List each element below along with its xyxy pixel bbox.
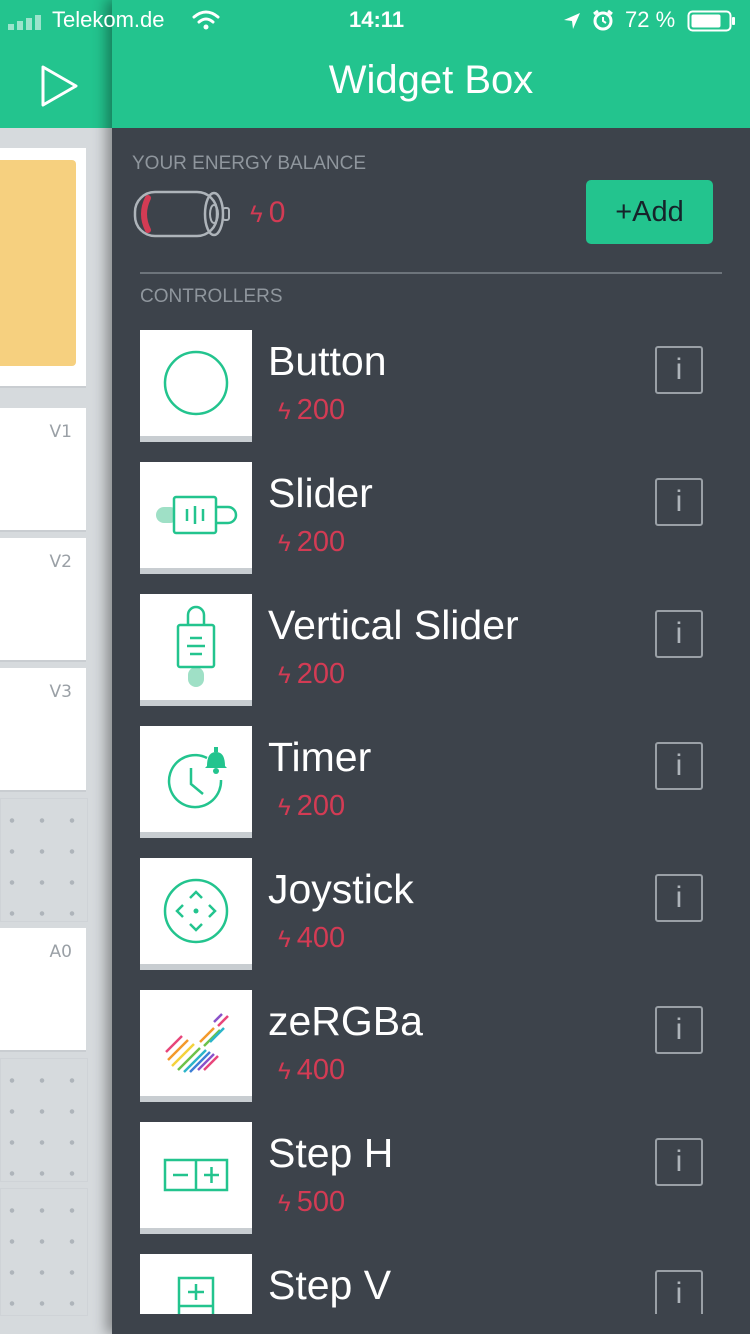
dashboard-widget-a0[interactable]: A0	[0, 928, 86, 1052]
widget-name: Slider	[268, 470, 373, 516]
widget-cost: ϟ 500	[278, 1186, 345, 1219]
widget-thumbnail	[140, 1254, 252, 1314]
clock: 14:11	[349, 7, 405, 32]
widget-name: Step H	[268, 1130, 394, 1176]
dashboard-widget-v1[interactable]: V1	[0, 408, 86, 532]
pin-label: V1	[49, 422, 72, 442]
lightning-icon: ϟ	[278, 926, 291, 953]
widget-item-timer[interactable]: Timer ϟ 200 i	[140, 726, 720, 838]
widget-box-panel: Widget Box YOUR ENERGY BALANCE ϟ0 +Add C…	[112, 0, 750, 1334]
energy-balance-value: ϟ0	[250, 196, 285, 230]
empty-grid-slot	[0, 1058, 88, 1182]
widget-name: Button	[268, 338, 387, 384]
pin-label: V2	[49, 552, 72, 572]
widget-item-zergba[interactable]: zeRGBa ϟ 400 i	[140, 990, 720, 1102]
section-label-controllers: CONTROLLERS	[140, 286, 283, 307]
location-icon	[564, 13, 580, 29]
divider	[140, 272, 722, 274]
widget-name: Vertical Slider	[268, 602, 519, 648]
widget-cost: ϟ 400	[278, 1054, 345, 1087]
cost-value: 200	[296, 658, 346, 690]
add-energy-button[interactable]: +Add	[586, 180, 713, 244]
widget-item-step-h[interactable]: Step H ϟ 500 i	[140, 1122, 720, 1234]
widget-item-step-v[interactable]: Step V i	[140, 1254, 720, 1314]
widget-thumbnail	[140, 726, 252, 838]
widget-thumbnail	[140, 1122, 252, 1234]
widget-name: zeRGBa	[268, 998, 423, 1044]
info-button[interactable]: i	[655, 742, 703, 790]
battery-icon	[687, 10, 735, 32]
lightning-icon: ϟ	[278, 1190, 291, 1217]
zergba-icon	[165, 1013, 229, 1073]
widget-item-vertical-slider[interactable]: Vertical Slider ϟ 200 i	[140, 594, 720, 706]
widget-cost: ϟ 200	[278, 526, 345, 559]
widget-thumbnail	[140, 330, 252, 442]
lightning-icon: ϟ	[278, 530, 291, 557]
info-button[interactable]: i	[655, 1006, 703, 1054]
signal-icon	[8, 15, 41, 30]
widget-display	[0, 160, 76, 366]
vertical-slider-icon	[176, 605, 216, 687]
empty-grid-slot	[0, 1188, 88, 1316]
widget-list[interactable]: Button ϟ 200 i Slider ϟ 200 i Vertical S…	[140, 330, 720, 1314]
dashboard-widget-v3[interactable]: V3	[0, 668, 86, 792]
info-button[interactable]: i	[655, 1270, 703, 1314]
lightning-icon: ϟ	[278, 662, 291, 689]
cost-value: 200	[296, 526, 346, 558]
wifi-icon	[192, 10, 220, 30]
widget-item-button[interactable]: Button ϟ 200 i	[140, 330, 720, 442]
timer-icon	[167, 747, 227, 809]
widget-name: Step V	[268, 1262, 392, 1308]
app-root: V1 V2 V3 A0 Widget Box YOUR ENERGY BALAN…	[0, 0, 750, 1334]
widget-item-joystick[interactable]: Joystick ϟ 400 i	[140, 858, 720, 970]
energy-balance-label: YOUR ENERGY BALANCE	[132, 153, 367, 174]
widget-thumbnail	[140, 990, 252, 1102]
button-icon	[163, 350, 229, 416]
pin-label: A0	[49, 942, 72, 962]
info-button[interactable]: i	[655, 610, 703, 658]
info-button[interactable]: i	[655, 478, 703, 526]
widget-cost: ϟ 400	[278, 922, 345, 955]
cost-value: 200	[296, 394, 346, 426]
battery-energy-icon	[133, 190, 230, 238]
slider-icon	[156, 495, 238, 535]
lightning-icon: ϟ	[278, 398, 291, 425]
info-button[interactable]: i	[655, 346, 703, 394]
widget-thumbnail	[140, 858, 252, 970]
status-bar: Telekom.de 14:11 72 %	[0, 0, 750, 40]
carrier-name: Telekom.de	[52, 7, 165, 32]
step-v-icon	[177, 1276, 215, 1314]
energy-amount: 0	[268, 196, 286, 229]
joystick-icon	[163, 878, 229, 944]
battery-percentage: 72 %	[625, 7, 676, 32]
dashboard-widget[interactable]	[0, 148, 86, 388]
info-button[interactable]: i	[655, 1138, 703, 1186]
widget-cost: ϟ 200	[278, 790, 345, 823]
play-icon[interactable]	[40, 64, 80, 108]
step-h-icon	[163, 1158, 229, 1192]
widget-name: Joystick	[268, 866, 414, 912]
widget-thumbnail	[140, 462, 252, 574]
cost-value: 200	[296, 790, 346, 822]
info-button[interactable]: i	[655, 874, 703, 922]
page-title: Widget Box	[328, 58, 534, 102]
lightning-icon: ϟ	[278, 794, 291, 821]
dashboard-canvas: V1 V2 V3 A0	[0, 128, 112, 1334]
widget-cost: ϟ 200	[278, 658, 345, 691]
lightning-icon: ϟ	[278, 1058, 291, 1085]
empty-grid-slot	[0, 798, 88, 922]
dashboard-widget-v2[interactable]: V2	[0, 538, 86, 662]
widget-thumbnail	[140, 594, 252, 706]
widget-cost: ϟ 200	[278, 394, 345, 427]
lightning-icon: ϟ	[250, 201, 263, 228]
cost-value: 400	[296, 1054, 346, 1086]
cost-value: 400	[296, 922, 346, 954]
widget-name: Timer	[268, 734, 372, 780]
alarm-icon	[593, 9, 613, 31]
cost-value: 500	[296, 1186, 346, 1218]
widget-item-slider[interactable]: Slider ϟ 200 i	[140, 462, 720, 574]
pin-label: V3	[49, 682, 72, 702]
